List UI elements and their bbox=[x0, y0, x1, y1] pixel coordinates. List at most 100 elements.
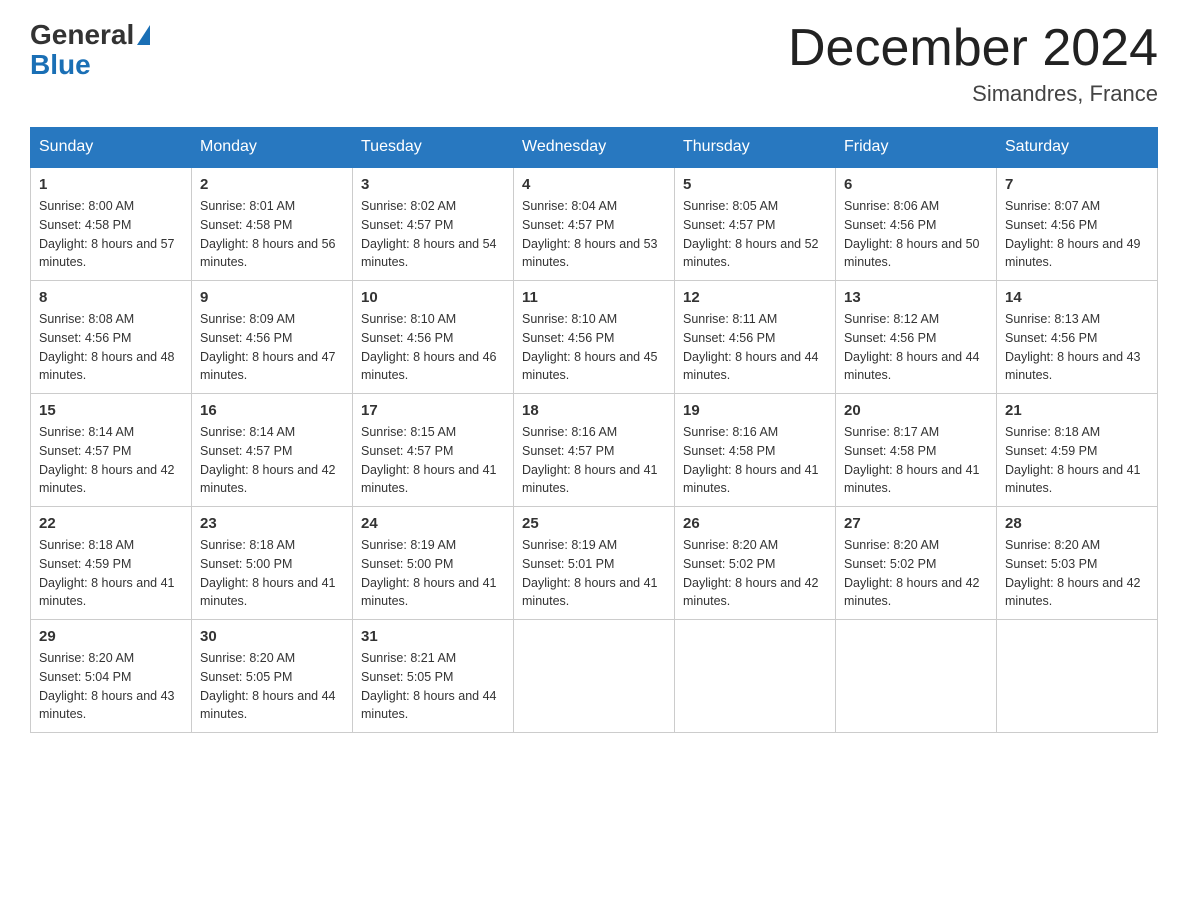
table-row: 26 Sunrise: 8:20 AM Sunset: 5:02 PM Dayl… bbox=[675, 507, 836, 620]
day-number: 14 bbox=[1005, 289, 1149, 306]
day-number: 29 bbox=[39, 628, 183, 645]
day-info: Sunrise: 8:20 AM Sunset: 5:02 PM Dayligh… bbox=[683, 536, 827, 611]
day-info: Sunrise: 8:20 AM Sunset: 5:04 PM Dayligh… bbox=[39, 649, 183, 724]
table-row: 21 Sunrise: 8:18 AM Sunset: 4:59 PM Dayl… bbox=[997, 394, 1158, 507]
calendar-header-row: Sunday Monday Tuesday Wednesday Thursday… bbox=[31, 128, 1158, 168]
day-info: Sunrise: 8:13 AM Sunset: 4:56 PM Dayligh… bbox=[1005, 310, 1149, 385]
day-number: 11 bbox=[522, 289, 666, 306]
table-row: 4 Sunrise: 8:04 AM Sunset: 4:57 PM Dayli… bbox=[514, 167, 675, 281]
table-row: 13 Sunrise: 8:12 AM Sunset: 4:56 PM Dayl… bbox=[836, 281, 997, 394]
location: Simandres, France bbox=[788, 81, 1158, 107]
table-row: 22 Sunrise: 8:18 AM Sunset: 4:59 PM Dayl… bbox=[31, 507, 192, 620]
day-info: Sunrise: 8:15 AM Sunset: 4:57 PM Dayligh… bbox=[361, 423, 505, 498]
table-row: 28 Sunrise: 8:20 AM Sunset: 5:03 PM Dayl… bbox=[997, 507, 1158, 620]
day-info: Sunrise: 8:02 AM Sunset: 4:57 PM Dayligh… bbox=[361, 197, 505, 272]
day-info: Sunrise: 8:12 AM Sunset: 4:56 PM Dayligh… bbox=[844, 310, 988, 385]
logo-triangle-icon bbox=[137, 25, 150, 45]
table-row: 8 Sunrise: 8:08 AM Sunset: 4:56 PM Dayli… bbox=[31, 281, 192, 394]
col-wednesday: Wednesday bbox=[514, 128, 675, 168]
day-number: 9 bbox=[200, 289, 344, 306]
day-number: 3 bbox=[361, 176, 505, 193]
day-info: Sunrise: 8:06 AM Sunset: 4:56 PM Dayligh… bbox=[844, 197, 988, 272]
day-number: 23 bbox=[200, 515, 344, 532]
day-number: 20 bbox=[844, 402, 988, 419]
table-row: 19 Sunrise: 8:16 AM Sunset: 4:58 PM Dayl… bbox=[675, 394, 836, 507]
table-row: 1 Sunrise: 8:00 AM Sunset: 4:58 PM Dayli… bbox=[31, 167, 192, 281]
table-row: 30 Sunrise: 8:20 AM Sunset: 5:05 PM Dayl… bbox=[192, 620, 353, 733]
table-row: 3 Sunrise: 8:02 AM Sunset: 4:57 PM Dayli… bbox=[353, 167, 514, 281]
day-info: Sunrise: 8:09 AM Sunset: 4:56 PM Dayligh… bbox=[200, 310, 344, 385]
day-info: Sunrise: 8:18 AM Sunset: 5:00 PM Dayligh… bbox=[200, 536, 344, 611]
logo-blue: Blue bbox=[30, 49, 91, 81]
table-row: 25 Sunrise: 8:19 AM Sunset: 5:01 PM Dayl… bbox=[514, 507, 675, 620]
day-info: Sunrise: 8:18 AM Sunset: 4:59 PM Dayligh… bbox=[39, 536, 183, 611]
day-info: Sunrise: 8:18 AM Sunset: 4:59 PM Dayligh… bbox=[1005, 423, 1149, 498]
table-row: 15 Sunrise: 8:14 AM Sunset: 4:57 PM Dayl… bbox=[31, 394, 192, 507]
table-row: 24 Sunrise: 8:19 AM Sunset: 5:00 PM Dayl… bbox=[353, 507, 514, 620]
calendar-week-row: 22 Sunrise: 8:18 AM Sunset: 4:59 PM Dayl… bbox=[31, 507, 1158, 620]
day-number: 21 bbox=[1005, 402, 1149, 419]
day-info: Sunrise: 8:07 AM Sunset: 4:56 PM Dayligh… bbox=[1005, 197, 1149, 272]
table-row bbox=[836, 620, 997, 733]
table-row: 27 Sunrise: 8:20 AM Sunset: 5:02 PM Dayl… bbox=[836, 507, 997, 620]
day-info: Sunrise: 8:05 AM Sunset: 4:57 PM Dayligh… bbox=[683, 197, 827, 272]
day-info: Sunrise: 8:04 AM Sunset: 4:57 PM Dayligh… bbox=[522, 197, 666, 272]
col-thursday: Thursday bbox=[675, 128, 836, 168]
day-number: 5 bbox=[683, 176, 827, 193]
col-friday: Friday bbox=[836, 128, 997, 168]
col-monday: Monday bbox=[192, 128, 353, 168]
day-number: 7 bbox=[1005, 176, 1149, 193]
day-info: Sunrise: 8:11 AM Sunset: 4:56 PM Dayligh… bbox=[683, 310, 827, 385]
col-saturday: Saturday bbox=[997, 128, 1158, 168]
day-number: 2 bbox=[200, 176, 344, 193]
day-info: Sunrise: 8:20 AM Sunset: 5:05 PM Dayligh… bbox=[200, 649, 344, 724]
day-info: Sunrise: 8:20 AM Sunset: 5:03 PM Dayligh… bbox=[1005, 536, 1149, 611]
col-sunday: Sunday bbox=[31, 128, 192, 168]
day-info: Sunrise: 8:17 AM Sunset: 4:58 PM Dayligh… bbox=[844, 423, 988, 498]
day-number: 28 bbox=[1005, 515, 1149, 532]
logo: General Blue bbox=[30, 20, 150, 81]
day-number: 1 bbox=[39, 176, 183, 193]
day-number: 4 bbox=[522, 176, 666, 193]
calendar-week-row: 1 Sunrise: 8:00 AM Sunset: 4:58 PM Dayli… bbox=[31, 167, 1158, 281]
table-row: 12 Sunrise: 8:11 AM Sunset: 4:56 PM Dayl… bbox=[675, 281, 836, 394]
col-tuesday: Tuesday bbox=[353, 128, 514, 168]
day-info: Sunrise: 8:20 AM Sunset: 5:02 PM Dayligh… bbox=[844, 536, 988, 611]
logo-general: General bbox=[30, 20, 134, 51]
day-info: Sunrise: 8:16 AM Sunset: 4:58 PM Dayligh… bbox=[683, 423, 827, 498]
day-number: 6 bbox=[844, 176, 988, 193]
table-row bbox=[514, 620, 675, 733]
calendar-week-row: 8 Sunrise: 8:08 AM Sunset: 4:56 PM Dayli… bbox=[31, 281, 1158, 394]
day-info: Sunrise: 8:10 AM Sunset: 4:56 PM Dayligh… bbox=[522, 310, 666, 385]
table-row: 9 Sunrise: 8:09 AM Sunset: 4:56 PM Dayli… bbox=[192, 281, 353, 394]
day-number: 19 bbox=[683, 402, 827, 419]
day-info: Sunrise: 8:14 AM Sunset: 4:57 PM Dayligh… bbox=[39, 423, 183, 498]
calendar-week-row: 15 Sunrise: 8:14 AM Sunset: 4:57 PM Dayl… bbox=[31, 394, 1158, 507]
day-info: Sunrise: 8:16 AM Sunset: 4:57 PM Dayligh… bbox=[522, 423, 666, 498]
table-row: 7 Sunrise: 8:07 AM Sunset: 4:56 PM Dayli… bbox=[997, 167, 1158, 281]
day-info: Sunrise: 8:10 AM Sunset: 4:56 PM Dayligh… bbox=[361, 310, 505, 385]
day-number: 24 bbox=[361, 515, 505, 532]
day-number: 10 bbox=[361, 289, 505, 306]
table-row: 5 Sunrise: 8:05 AM Sunset: 4:57 PM Dayli… bbox=[675, 167, 836, 281]
day-number: 27 bbox=[844, 515, 988, 532]
page-header: General Blue December 2024 Simandres, Fr… bbox=[30, 20, 1158, 107]
day-info: Sunrise: 8:01 AM Sunset: 4:58 PM Dayligh… bbox=[200, 197, 344, 272]
table-row: 16 Sunrise: 8:14 AM Sunset: 4:57 PM Dayl… bbox=[192, 394, 353, 507]
day-number: 25 bbox=[522, 515, 666, 532]
table-row: 14 Sunrise: 8:13 AM Sunset: 4:56 PM Dayl… bbox=[997, 281, 1158, 394]
table-row: 23 Sunrise: 8:18 AM Sunset: 5:00 PM Dayl… bbox=[192, 507, 353, 620]
title-section: December 2024 Simandres, France bbox=[788, 20, 1158, 107]
table-row: 2 Sunrise: 8:01 AM Sunset: 4:58 PM Dayli… bbox=[192, 167, 353, 281]
day-number: 13 bbox=[844, 289, 988, 306]
table-row: 31 Sunrise: 8:21 AM Sunset: 5:05 PM Dayl… bbox=[353, 620, 514, 733]
day-number: 8 bbox=[39, 289, 183, 306]
day-info: Sunrise: 8:14 AM Sunset: 4:57 PM Dayligh… bbox=[200, 423, 344, 498]
day-info: Sunrise: 8:08 AM Sunset: 4:56 PM Dayligh… bbox=[39, 310, 183, 385]
table-row: 10 Sunrise: 8:10 AM Sunset: 4:56 PM Dayl… bbox=[353, 281, 514, 394]
calendar-week-row: 29 Sunrise: 8:20 AM Sunset: 5:04 PM Dayl… bbox=[31, 620, 1158, 733]
table-row: 6 Sunrise: 8:06 AM Sunset: 4:56 PM Dayli… bbox=[836, 167, 997, 281]
day-number: 12 bbox=[683, 289, 827, 306]
table-row bbox=[997, 620, 1158, 733]
day-number: 26 bbox=[683, 515, 827, 532]
